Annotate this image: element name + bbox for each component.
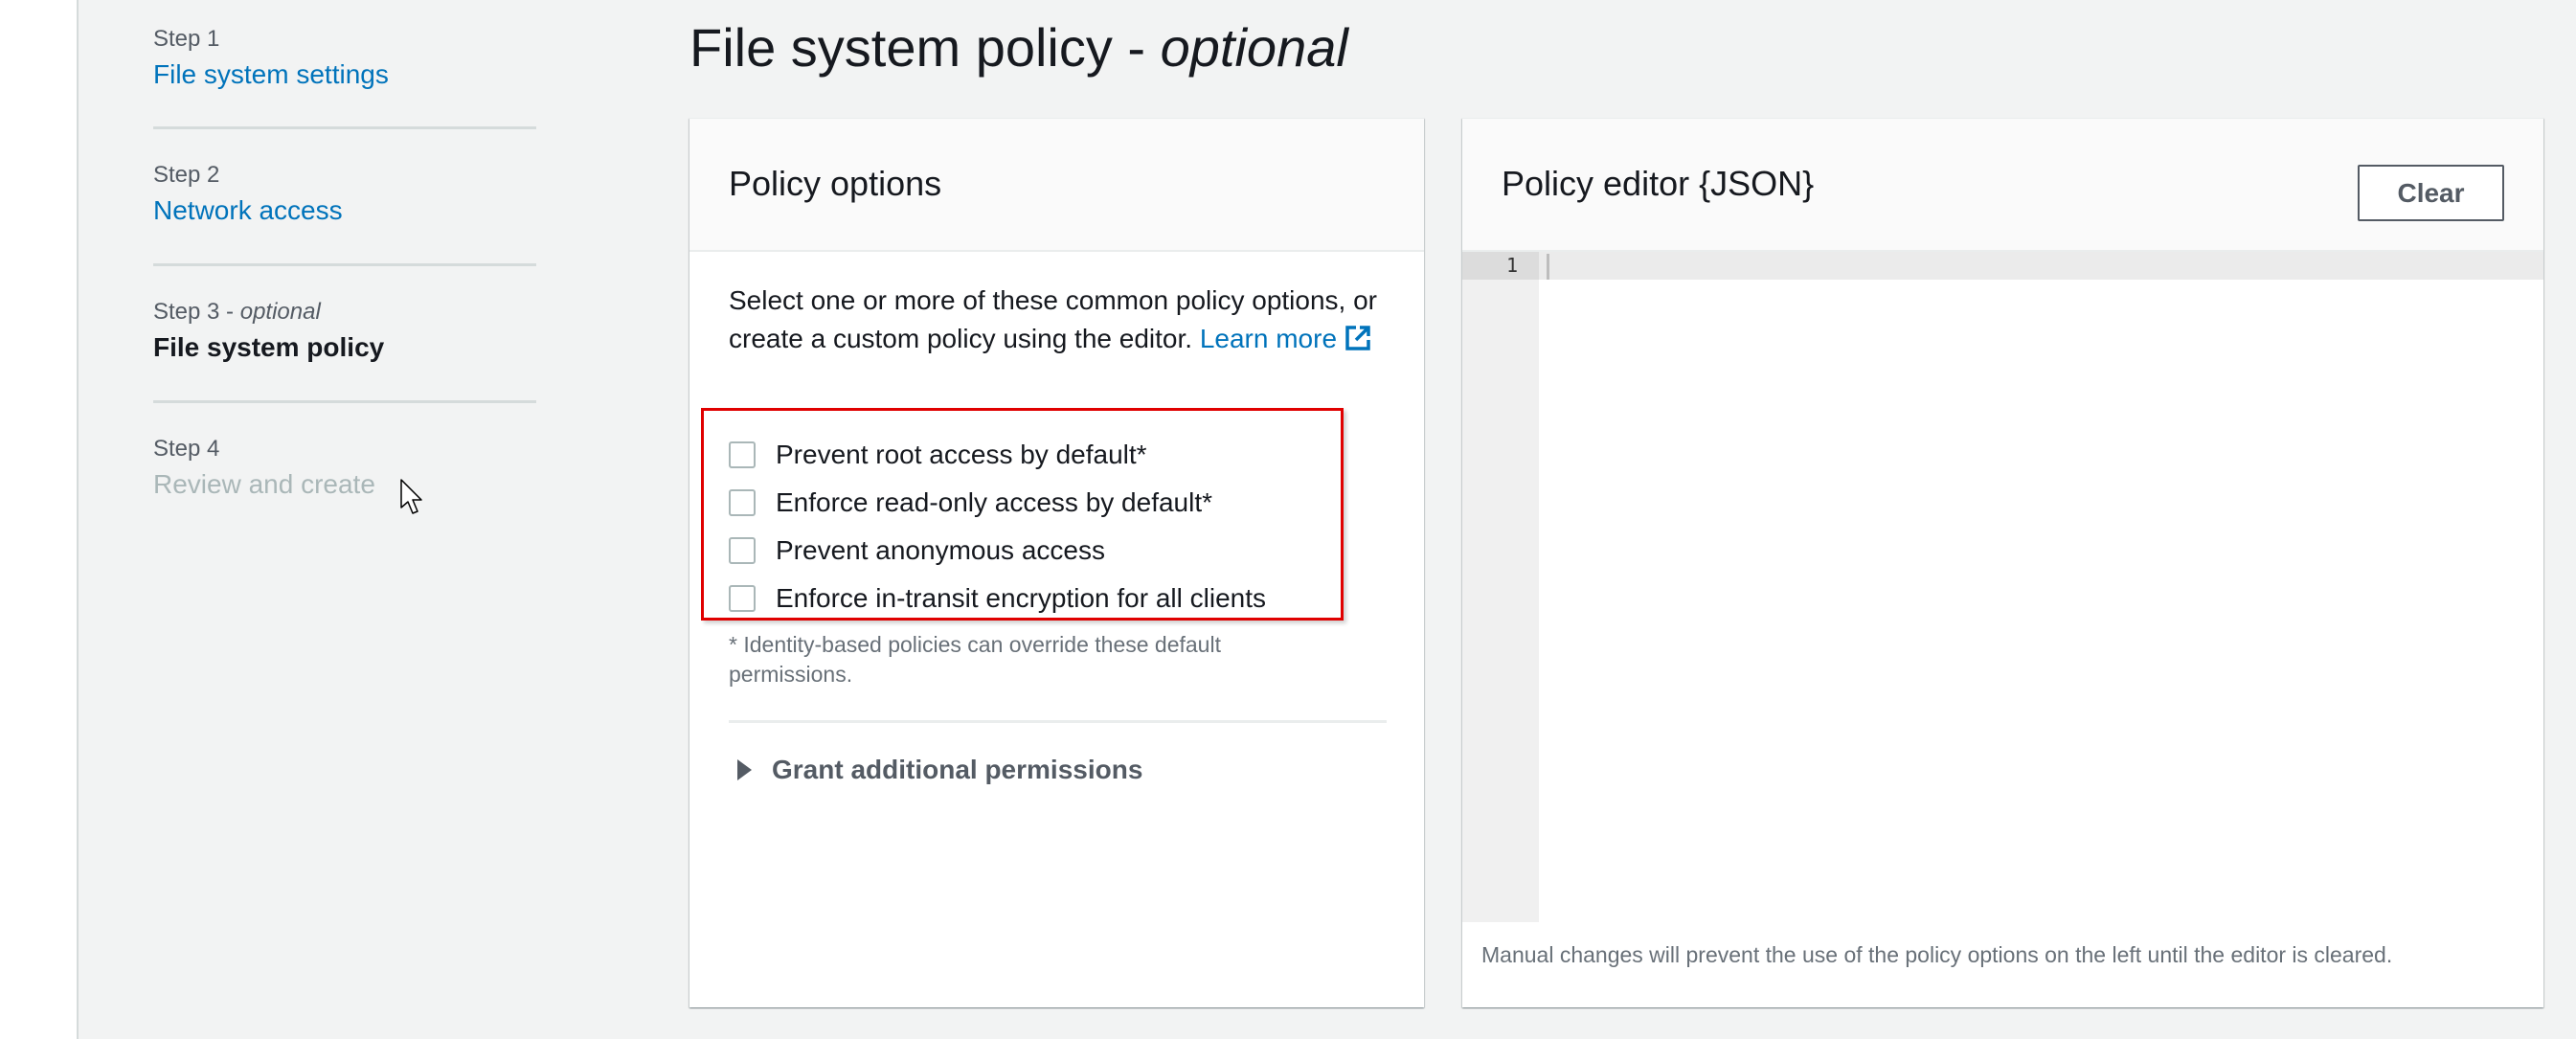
option-label: Prevent anonymous access: [776, 535, 1105, 565]
mouse-pointer-icon: [400, 479, 422, 514]
json-code-editor[interactable]: 1: [1462, 252, 2543, 922]
step-label: Step 1: [153, 26, 220, 52]
step-link-file-system-settings[interactable]: File system settings: [153, 57, 536, 92]
panel-header: Policy options: [689, 119, 1424, 252]
option-enforce-in-transit-encryption[interactable]: Enforce in-transit encryption for all cl…: [729, 579, 1266, 618]
policy-editor-heading: Policy editor {JSON}: [1502, 164, 1815, 203]
option-enforce-read-only[interactable]: Enforce read-only access by default*: [729, 484, 1212, 522]
policy-options-heading: Policy options: [729, 164, 942, 203]
wizard-step-4: Step 4 Review and create: [153, 435, 536, 502]
option-label: Enforce in-transit encryption for all cl…: [776, 583, 1266, 613]
checkbox[interactable]: [729, 441, 756, 468]
step-divider: [153, 126, 536, 129]
checkbox[interactable]: [729, 585, 756, 612]
wizard-step-1: Step 1 File system settings: [153, 25, 536, 92]
active-line-highlight: [1462, 252, 2543, 280]
option-label: Prevent root access by default*: [776, 440, 1147, 469]
option-label: Enforce read-only access by default*: [776, 487, 1213, 517]
step-divider: [153, 263, 536, 266]
step-label: Step 4: [153, 436, 220, 462]
clear-button[interactable]: Clear: [2358, 165, 2504, 221]
panel-header: Policy editor {JSON} Clear: [1462, 119, 2543, 252]
wizard-step-2: Step 2 Network access: [153, 161, 536, 228]
checkbox[interactable]: [729, 537, 756, 564]
caret-right-icon: [737, 759, 752, 780]
checkbox[interactable]: [729, 489, 756, 516]
option-prevent-root-access[interactable]: Prevent root access by default*: [729, 436, 1147, 474]
policy-options-panel: Policy options Select one or more of the…: [689, 118, 1424, 1007]
line-number: 1: [1505, 254, 1518, 277]
section-divider: [729, 720, 1387, 723]
step-current-file-system-policy: File system policy: [153, 332, 385, 362]
step-disabled-review-and-create: Review and create: [153, 469, 375, 499]
expand-label: Grant additional permissions: [772, 755, 1143, 784]
grant-additional-permissions-toggle[interactable]: Grant additional permissions: [737, 751, 1142, 789]
wizard-step-3: Step 3 - optional File system policy: [153, 298, 536, 365]
page-title: File system policy - optional: [689, 17, 1348, 78]
policy-editor-panel: Policy editor {JSON} Clear 1 Manual chan…: [1462, 118, 2543, 1007]
external-link-icon: [1345, 326, 1370, 350]
option-prevent-anonymous-access[interactable]: Prevent anonymous access: [729, 531, 1105, 570]
policy-options-description: Select one or more of these common polic…: [729, 285, 1378, 353]
step-label: Step 3 - optional: [153, 299, 321, 325]
step-divider: [153, 400, 536, 403]
line-number-gutter: [1462, 252, 1539, 922]
left-navigation-rail: [0, 0, 79, 1039]
footnote: * Identity-based policies can override t…: [729, 632, 1221, 687]
step-link-network-access[interactable]: Network access: [153, 193, 536, 228]
step-label: Step 2: [153, 162, 220, 188]
learn-more-link[interactable]: Learn more: [1200, 324, 1371, 353]
editor-footer-note: Manual changes will prevent the use of t…: [1481, 942, 2393, 967]
text-cursor: [1547, 254, 1549, 280]
